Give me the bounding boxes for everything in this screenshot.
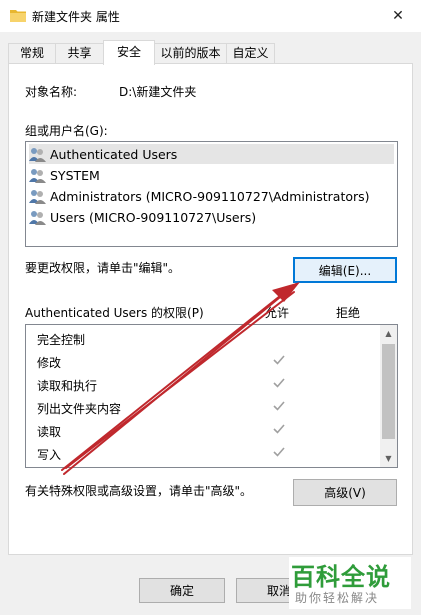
tab-general[interactable]: 常规 bbox=[8, 43, 56, 64]
user-item-system[interactable]: SYSTEM bbox=[29, 165, 100, 185]
edit-button[interactable]: 编辑(E)... bbox=[293, 257, 397, 283]
permission-row: 修改 bbox=[26, 350, 381, 373]
permission-row: 完全控制 bbox=[26, 327, 381, 350]
permission-name: 列出文件夹内容 bbox=[37, 402, 122, 416]
user-group-icon bbox=[29, 210, 46, 225]
object-name-label: 对象名称: bbox=[25, 85, 78, 99]
watermark-subtitle: 助你轻松解决 bbox=[295, 591, 380, 605]
tab-security[interactable]: 安全 bbox=[103, 40, 155, 65]
user-group-icon bbox=[29, 189, 46, 204]
user-name: SYSTEM bbox=[50, 167, 100, 183]
user-list[interactable]: Authenticated Users SYSTEM Administrator… bbox=[25, 141, 398, 247]
watermark: 百科全说 助你轻松解决 bbox=[289, 557, 411, 609]
permission-name: 完全控制 bbox=[37, 333, 86, 347]
scroll-down-icon[interactable]: ▼ bbox=[380, 450, 397, 467]
tab-sharing[interactable]: 共享 bbox=[55, 43, 104, 64]
edit-hint: 要更改权限，请单击"编辑"。 bbox=[25, 261, 181, 275]
user-item-administrators[interactable]: Administrators (MICRO-909110727\Administ… bbox=[29, 186, 370, 206]
advanced-button[interactable]: 高级(V) bbox=[293, 479, 397, 506]
group-users-label: 组或用户名(G): bbox=[25, 124, 108, 138]
title-bar: 新建文件夹 属性 ✕ bbox=[0, 0, 421, 32]
window-title: 新建文件夹 属性 bbox=[32, 10, 120, 24]
permission-row: 读取和执行 bbox=[26, 373, 381, 396]
advanced-hint: 有关特殊权限或高级设置，请单击"高级"。 bbox=[25, 484, 253, 498]
tab-customize[interactable]: 自定义 bbox=[226, 43, 275, 64]
object-name-value: D:\新建文件夹 bbox=[119, 85, 197, 99]
security-panel: 对象名称: D:\新建文件夹 组或用户名(G): Authenticated U… bbox=[8, 63, 413, 555]
user-group-icon bbox=[29, 147, 46, 162]
ok-button[interactable]: 确定 bbox=[139, 578, 225, 603]
deny-column-header: 拒绝 bbox=[336, 306, 361, 320]
user-name: Users (MICRO-909110727\Users) bbox=[50, 209, 257, 225]
user-name: Authenticated Users bbox=[50, 146, 178, 162]
allow-check-icon bbox=[273, 424, 285, 434]
permission-row: 写入 bbox=[26, 442, 381, 465]
permissions-title: Authenticated Users 的权限(P) bbox=[25, 306, 204, 320]
permissions-list[interactable]: 完全控制修改读取和执行列出文件夹内容 读取写入 ▲ ▼ bbox=[25, 324, 398, 468]
allow-column-header: 允许 bbox=[265, 306, 290, 320]
allow-check-icon bbox=[273, 401, 285, 411]
user-item-authenticated-users[interactable]: Authenticated Users bbox=[29, 144, 394, 164]
close-icon: ✕ bbox=[392, 8, 404, 24]
user-group-icon bbox=[29, 168, 46, 183]
permission-name: 读取和执行 bbox=[37, 379, 98, 393]
permission-name: 读取 bbox=[37, 425, 62, 439]
scroll-thumb[interactable] bbox=[382, 344, 395, 439]
allow-check-icon bbox=[273, 378, 285, 388]
user-name: Administrators (MICRO-909110727\Administ… bbox=[50, 188, 370, 204]
watermark-logo: 百科全说 bbox=[291, 563, 391, 591]
folder-icon bbox=[10, 10, 26, 22]
scroll-up-icon[interactable]: ▲ bbox=[380, 325, 397, 342]
tab-previous-versions[interactable]: 以前的版本 bbox=[154, 43, 227, 64]
permission-name: 写入 bbox=[37, 448, 62, 462]
permission-row: 列出文件夹内容 bbox=[26, 396, 381, 419]
allow-check-icon bbox=[273, 355, 285, 365]
user-item-users[interactable]: Users (MICRO-909110727\Users) bbox=[29, 207, 256, 227]
close-button[interactable]: ✕ bbox=[375, 0, 421, 32]
permissions-scrollbar[interactable]: ▲ ▼ bbox=[380, 325, 397, 467]
allow-check-icon bbox=[273, 447, 285, 457]
permission-name: 修改 bbox=[37, 356, 62, 370]
permission-row: 读取 bbox=[26, 419, 381, 442]
